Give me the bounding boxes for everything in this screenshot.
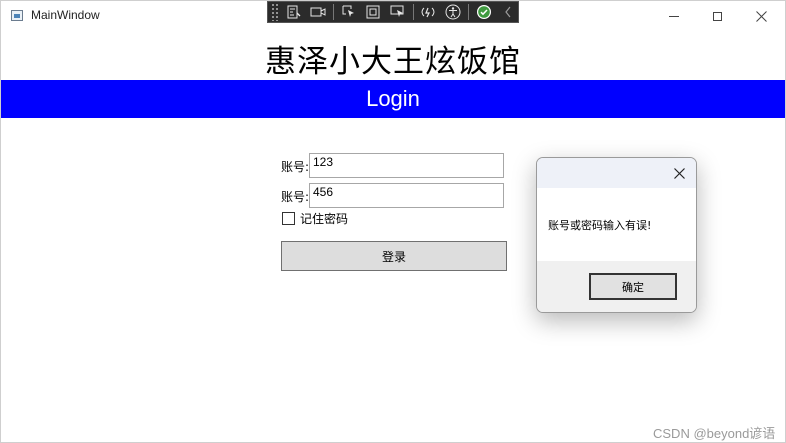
dialog-footer: 确定	[537, 261, 696, 312]
select-element-button[interactable]	[339, 3, 359, 21]
close-button[interactable]	[738, 1, 784, 31]
dialog-title-bar[interactable]	[537, 158, 696, 188]
main-window: MainWindow 惠泽小大王炫饭馆 Login 账号: 123 账号: 45…	[0, 0, 786, 443]
display-layout-adorners-button[interactable]	[364, 3, 384, 21]
minimize-button[interactable]	[651, 1, 697, 31]
check-icon	[476, 5, 491, 19]
collapse-chevron-icon	[505, 6, 511, 18]
hot-reload-button[interactable]	[419, 3, 439, 21]
error-dialog: 账号或密码输入有误! 确定	[536, 157, 697, 313]
accessibility-icon	[445, 4, 461, 20]
camera-button[interactable]	[308, 3, 328, 21]
window-title: MainWindow	[31, 8, 100, 22]
maximize-icon	[712, 11, 722, 21]
password-label: 账号:	[281, 190, 310, 204]
account-label: 账号:	[281, 160, 310, 174]
app-title: 惠泽小大王炫饭馆	[265, 44, 521, 80]
debug-toolbar	[267, 1, 519, 23]
account-input[interactable]: 123	[309, 153, 504, 178]
watermark: CSDN @beyond谚语	[653, 426, 776, 441]
toolbar-separator	[332, 4, 334, 20]
close-icon	[755, 10, 767, 22]
camera-icon	[310, 7, 326, 17]
live-tree-icon	[287, 5, 301, 19]
select-element-icon	[342, 5, 354, 17]
dialog-ok-button[interactable]: 确定	[589, 273, 677, 300]
track-focus-icon	[390, 5, 404, 17]
maximize-button[interactable]	[694, 1, 740, 31]
password-input[interactable]: 456	[309, 183, 504, 208]
accessibility-button[interactable]	[443, 3, 463, 21]
app-window-icon	[11, 10, 23, 21]
toolbar-separator	[412, 4, 414, 20]
track-focus-button[interactable]	[388, 3, 408, 21]
display-layout-adorners-icon	[366, 5, 380, 19]
grip-icon[interactable]	[271, 3, 279, 21]
toolbar-separator	[467, 4, 469, 20]
live-tree-button[interactable]	[284, 3, 304, 21]
close-icon	[673, 167, 685, 179]
check-button[interactable]	[474, 3, 494, 21]
minimize-icon	[669, 15, 679, 17]
dialog-message: 账号或密码输入有误!	[548, 219, 652, 232]
remember-password-label[interactable]: 记住密码	[300, 210, 348, 227]
remember-password-checkbox[interactable]	[282, 212, 295, 225]
collapse-button[interactable]	[498, 3, 518, 21]
dialog-close-button[interactable]	[666, 160, 692, 186]
hot-reload-icon	[421, 7, 435, 18]
login-button[interactable]: 登录	[281, 241, 507, 271]
login-banner: Login	[1, 80, 785, 118]
